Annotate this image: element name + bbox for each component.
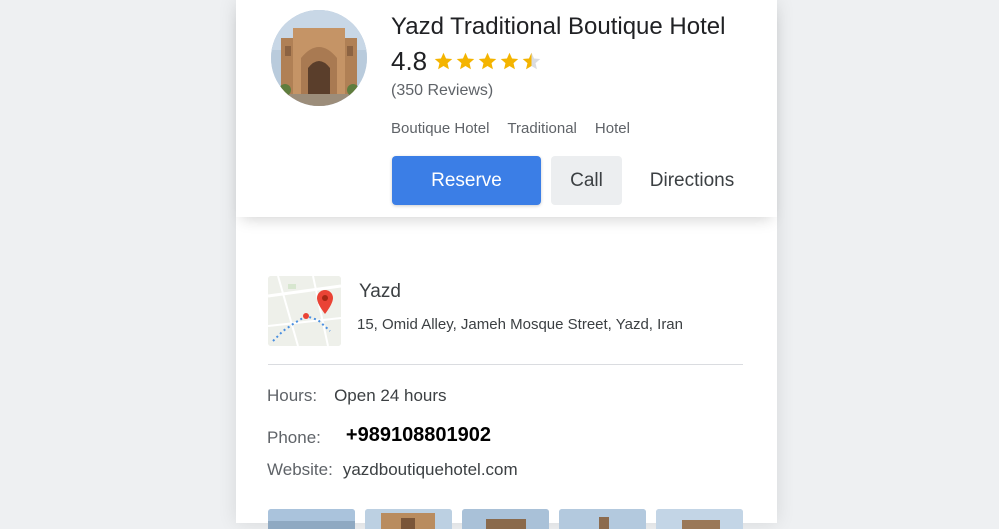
photo-strip	[268, 509, 753, 529]
photo-image	[462, 509, 549, 529]
photo-image	[268, 509, 355, 529]
hotel-card: Yazd Traditional Boutique Hotel 4.8 (350…	[236, 0, 777, 529]
hotel-name: Yazd Traditional Boutique Hotel	[391, 13, 726, 40]
photo-thumbnail[interactable]	[365, 509, 452, 529]
reserve-button[interactable]: Reserve	[392, 156, 541, 205]
star-half-icon	[522, 52, 541, 70]
location-address[interactable]: 15, Omid Alley, Jameh Mosque Street, Yaz…	[357, 316, 683, 333]
phone-row: Phone: +989108801902	[267, 422, 491, 448]
website-label: Website:	[267, 460, 333, 479]
location-city: Yazd	[359, 281, 401, 302]
website-row: Website: yazdboutiquehotel.com	[267, 460, 518, 480]
hours-label: Hours:	[267, 386, 318, 405]
photo-thumbnail[interactable]	[462, 509, 549, 529]
photo-thumbnail[interactable]	[268, 509, 355, 529]
hotel-tags: Boutique Hotel Traditional Hotel	[391, 120, 648, 137]
tag-hotel: Hotel	[594, 120, 630, 137]
star-full-icon	[478, 52, 497, 70]
photo-image	[656, 509, 743, 529]
photo-image	[365, 509, 452, 529]
hotel-photo-image	[271, 10, 367, 106]
star-rating	[433, 51, 543, 72]
star-full-icon	[456, 52, 475, 70]
hotel-header: Yazd Traditional Boutique Hotel 4.8 (350…	[236, 0, 777, 217]
hours-row: Hours: Open 24 hours	[267, 386, 447, 406]
directions-button[interactable]: Directions	[632, 156, 752, 205]
photo-image	[559, 509, 646, 529]
rating-value: 4.8	[391, 46, 428, 76]
map-thumbnail[interactable]	[268, 276, 341, 346]
map-pin-icon	[317, 290, 333, 314]
phone-value[interactable]: +989108801902	[346, 424, 491, 447]
website-link[interactable]: yazdboutiquehotel.com	[343, 460, 518, 480]
hotel-avatar[interactable]	[271, 10, 367, 106]
photo-thumbnail[interactable]	[656, 509, 743, 529]
photo-thumbnail[interactable]	[559, 509, 646, 529]
phone-label: Phone:	[267, 428, 321, 447]
hours-value: Open 24 hours	[334, 386, 447, 405]
star-full-icon	[434, 52, 453, 70]
reviews-count[interactable]: (350 Reviews)	[391, 82, 493, 100]
call-button[interactable]: Call	[551, 156, 622, 205]
star-full-icon	[500, 52, 519, 70]
section-divider	[268, 364, 743, 365]
rating-row: 4.8	[391, 46, 543, 77]
tag-traditional: Traditional	[507, 120, 577, 137]
tag-boutique-hotel: Boutique Hotel	[391, 120, 490, 137]
